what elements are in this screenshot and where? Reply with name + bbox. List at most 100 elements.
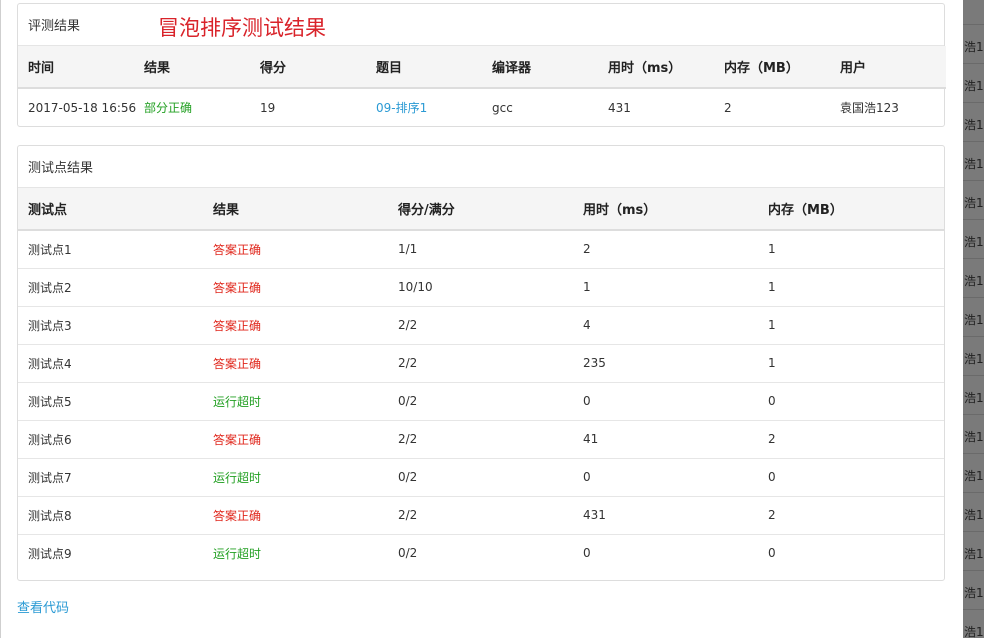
testcase-time: 235 [573, 343, 758, 382]
testcase-result: 答案正确 [203, 419, 388, 458]
background-list-text: 浩12 [964, 508, 984, 522]
header-time-ms: 用时（ms） [598, 46, 714, 89]
background-list-text: 浩12 [964, 118, 984, 132]
testcase-memory: 1 [758, 267, 944, 306]
header-result: 结果 [134, 46, 250, 89]
testcase-result-heading: 测试点结果 [18, 146, 944, 188]
testcase-score: 10/10 [388, 267, 573, 306]
testcase-row: 测试点6 答案正确 2/2 41 2 [18, 419, 944, 458]
header-case-result: 结果 [203, 188, 388, 231]
background-list-item: 浩12 [963, 297, 984, 337]
background-list-text: 浩12 [964, 547, 984, 561]
testcase-result: 答案正确 [203, 305, 388, 344]
background-list-item: 浩12 [963, 102, 984, 142]
header-case-score: 得分/满分 [388, 188, 573, 231]
testcase-score: 2/2 [388, 419, 573, 458]
testcase-memory: 2 [758, 495, 944, 534]
problem-link[interactable]: 09-排序1 [366, 87, 482, 126]
background-list-text: 浩12 [964, 391, 984, 405]
handwritten-annotation: 冒泡排序测试结果 [158, 16, 326, 40]
testcase-time: 41 [573, 419, 758, 458]
testcase-result: 答案正确 [203, 229, 388, 268]
testcase-header-row: 测试点 结果 得分/满分 用时（ms） 内存（MB） [18, 188, 944, 231]
header-time: 时间 [18, 46, 134, 89]
testcase-row: 测试点5 运行超时 0/2 0 0 [18, 381, 944, 420]
background-list-item: 浩12 [963, 375, 984, 415]
testcase-name: 测试点4 [18, 343, 203, 382]
user-name: 袁国浩123 [830, 87, 946, 126]
testcase-score: 1/1 [388, 229, 573, 268]
judge-result-title: 评测结果 [28, 19, 81, 34]
background-list-item: 浩12 [963, 453, 984, 493]
judge-result-table: 时间 结果 得分 题目 编译器 用时（ms） 内存（MB） 用户 2017-05… [18, 46, 946, 126]
view-code-link[interactable]: 查看代码 [17, 597, 69, 616]
header-case: 测试点 [18, 188, 203, 231]
testcase-result-title: 测试点结果 [28, 161, 94, 176]
testcase-time: 0 [573, 381, 758, 420]
background-list-item: 浩12 [963, 180, 984, 220]
header-compiler: 编译器 [482, 46, 598, 89]
background-list-item: 浩12 [963, 531, 984, 571]
background-list-item: 浩12 [963, 219, 984, 259]
background-list-text: 浩12 [964, 79, 984, 93]
background-list-item: 浩12 [963, 258, 984, 298]
background-list-item: 浩12 [963, 336, 984, 376]
testcase-name: 测试点6 [18, 419, 203, 458]
judge-row: 2017-05-18 16:56 部分正确 19 09-排序1 gcc 431 … [18, 87, 946, 126]
testcase-row: 测试点9 运行超时 0/2 0 0 [18, 533, 944, 572]
background-list-text: 浩12 [964, 352, 984, 366]
testcase-row: 测试点2 答案正确 10/10 1 1 [18, 267, 944, 306]
background-list-item: 浩12 [963, 609, 984, 638]
testcase-row: 测试点3 答案正确 2/2 4 1 [18, 305, 944, 344]
testcase-result-panel: 测试点结果 测试点 结果 得分/满分 用时（ms） 内存（MB） 测试点1 答案正… [17, 145, 945, 581]
testcase-result: 运行超时 [203, 381, 388, 420]
testcase-row: 测试点1 答案正确 1/1 2 1 [18, 229, 944, 268]
judge-result-heading: 评测结果 冒泡排序测试结果 [18, 4, 944, 46]
testcase-memory: 1 [758, 343, 944, 382]
background-list-item: 浩12 [963, 414, 984, 454]
testcase-memory: 0 [758, 381, 944, 420]
background-list-text: 浩12 [964, 196, 984, 210]
testcase-memory: 1 [758, 229, 944, 268]
testcase-name: 测试点2 [18, 267, 203, 306]
compiler-value: gcc [482, 87, 598, 126]
background-list-item: 浩12 [963, 63, 984, 103]
header-user: 用户 [830, 46, 946, 89]
testcase-memory: 0 [758, 457, 944, 496]
testcase-name: 测试点3 [18, 305, 203, 344]
header-case-memory: 内存（MB） [758, 188, 944, 231]
testcase-name: 测试点5 [18, 381, 203, 420]
overall-memory: 2 [714, 87, 830, 126]
header-problem: 题目 [366, 46, 482, 89]
header-score: 得分 [250, 46, 366, 89]
background-list-item: 浩12 [963, 141, 984, 181]
background-list-text: 浩12 [964, 430, 984, 444]
submit-time: 2017-05-18 16:56 [18, 87, 136, 126]
background-list-text: 浩12 [964, 157, 984, 171]
background-list-text: 浩12 [964, 625, 984, 638]
testcase-time: 2 [573, 229, 758, 268]
modal-left-edge [0, 0, 1, 638]
background-list-text: 浩12 [964, 40, 984, 54]
overall-result: 部分正确 [134, 87, 250, 126]
testcase-time: 1 [573, 267, 758, 306]
judge-result-panel: 评测结果 冒泡排序测试结果 时间 结果 得分 题目 编译器 用时（ms） 内存（… [17, 3, 946, 127]
background-list-text: 浩12 [964, 313, 984, 327]
testcase-result: 运行超时 [203, 457, 388, 496]
testcase-name: 测试点1 [18, 229, 203, 268]
testcase-time: 4 [573, 305, 758, 344]
overall-time: 431 [598, 87, 714, 126]
testcase-score: 0/2 [388, 533, 573, 572]
testcase-memory: 2 [758, 419, 944, 458]
testcase-name: 测试点7 [18, 457, 203, 496]
background-list-item: 浩12 [963, 492, 984, 532]
testcase-table: 测试点 结果 得分/满分 用时（ms） 内存（MB） 测试点1 答案正确 1/1 2 1… [18, 188, 944, 572]
background-list-text: 浩12 [964, 469, 984, 483]
header-memory: 内存（MB） [714, 46, 830, 89]
testcase-score: 0/2 [388, 381, 573, 420]
testcase-score: 0/2 [388, 457, 573, 496]
background-list-item: 浩12 [963, 24, 984, 64]
testcase-score: 2/2 [388, 343, 573, 382]
background-page-list: 浩12 浩12 浩12 浩12 浩12 浩12 浩12 浩12 浩12 浩12 浩12 浩12 浩12 浩… [963, 0, 984, 638]
header-case-time: 用时（ms） [573, 188, 758, 231]
